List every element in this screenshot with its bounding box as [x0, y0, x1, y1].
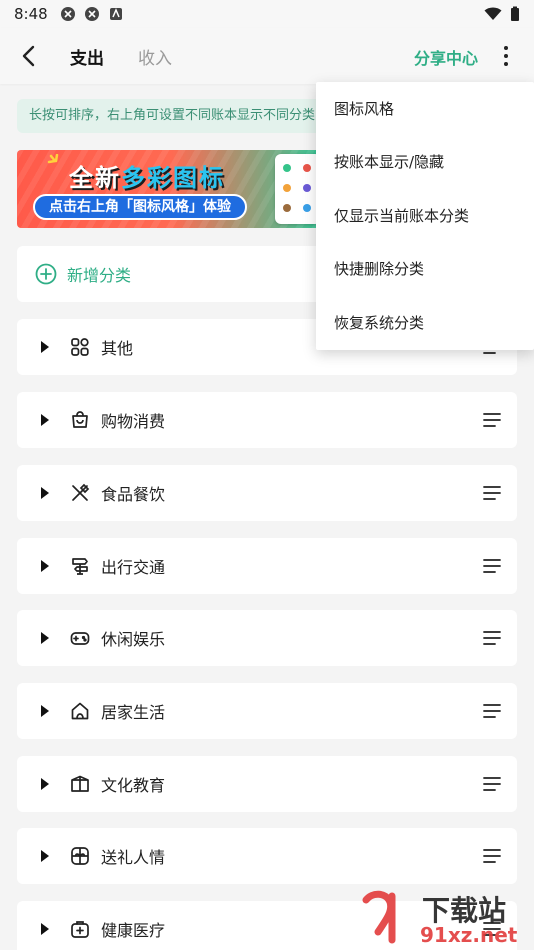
- drag-handle-icon[interactable]: [483, 557, 501, 575]
- expand-arrow-icon[interactable]: [41, 414, 49, 426]
- menu-item-current-book-only[interactable]: 仅显示当前账本分类: [316, 190, 534, 243]
- utensils-icon: [69, 482, 91, 504]
- notification-icon: [60, 7, 75, 21]
- tab-income[interactable]: 收入: [138, 44, 172, 69]
- menu-item-show-hide-by-book[interactable]: 按账本显示/隐藏: [316, 136, 534, 189]
- more-options-button[interactable]: [492, 42, 520, 70]
- category-row-leisure[interactable]: 休闲娱乐: [17, 610, 517, 666]
- phone-preview-image: [275, 154, 321, 224]
- category-label: 其他: [101, 339, 134, 358]
- home-icon: [69, 700, 91, 722]
- tab-expense[interactable]: 支出: [70, 44, 104, 69]
- grid-icon: [69, 336, 91, 358]
- gift-icon: [69, 845, 91, 867]
- app-notification-icon: [109, 8, 122, 20]
- back-button[interactable]: [0, 28, 56, 84]
- wifi-icon: [484, 7, 502, 20]
- category-label: 出行交通: [101, 558, 166, 577]
- category-row-gifts[interactable]: 送礼人情: [17, 828, 517, 884]
- banner-headline: 全新多彩图标: [69, 164, 225, 192]
- menu-item-quick-delete[interactable]: 快捷删除分类: [316, 243, 534, 296]
- drag-handle-icon[interactable]: [483, 702, 501, 720]
- status-time: 8:48: [14, 5, 48, 23]
- shopping-bag-icon: [69, 409, 91, 431]
- book-icon: [69, 773, 91, 795]
- category-row-transport[interactable]: 出行交通: [17, 538, 517, 594]
- menu-item-icon-style[interactable]: 图标风格: [316, 83, 534, 136]
- category-label: 送礼人情: [101, 848, 166, 867]
- svg-text:91xz.net: 91xz.net: [420, 923, 518, 946]
- drag-handle-icon[interactable]: [483, 629, 501, 647]
- expand-arrow-icon[interactable]: [41, 778, 49, 790]
- drag-handle-icon[interactable]: [483, 411, 501, 429]
- category-label: 休闲娱乐: [101, 630, 166, 649]
- category-label: 购物消费: [101, 412, 166, 431]
- expand-arrow-icon[interactable]: [41, 560, 49, 572]
- sparkle-icon: [47, 154, 59, 164]
- menu-item-restore-system[interactable]: 恢复系统分类: [316, 297, 534, 350]
- gamepad-icon: [69, 627, 91, 649]
- promo-banner[interactable]: 全新多彩图标 点击右上角「图标风格」体验: [17, 150, 327, 228]
- medkit-icon: [69, 918, 91, 940]
- status-bar: 8:48: [0, 0, 534, 28]
- battery-icon: [511, 6, 519, 21]
- watermark-logo: 下载站 91xz.net: [362, 890, 518, 946]
- expand-arrow-icon[interactable]: [41, 341, 49, 353]
- add-category-label: 新增分类: [67, 266, 132, 285]
- category-row-shopping[interactable]: 购物消费: [17, 392, 517, 448]
- expand-arrow-icon[interactable]: [41, 487, 49, 499]
- expand-arrow-icon[interactable]: [41, 705, 49, 717]
- overflow-menu: 图标风格 按账本显示/隐藏 仅显示当前账本分类 快捷删除分类 恢复系统分类: [316, 82, 534, 350]
- top-app-bar: 支出 收入 分享中心: [0, 28, 534, 84]
- category-row-education[interactable]: 文化教育: [17, 756, 517, 812]
- notification-icon: [84, 7, 99, 21]
- share-center-button[interactable]: 分享中心: [414, 45, 478, 69]
- banner-cta: 点击右上角「图标风格」体验: [33, 194, 247, 220]
- expand-arrow-icon[interactable]: [41, 923, 49, 935]
- expand-arrow-icon[interactable]: [41, 632, 49, 644]
- category-label: 文化教育: [101, 776, 166, 795]
- expand-arrow-icon[interactable]: [41, 850, 49, 862]
- category-row-food[interactable]: 食品餐饮: [17, 465, 517, 521]
- category-row-home[interactable]: 居家生活: [17, 683, 517, 739]
- more-vert-icon: [504, 46, 508, 50]
- drag-handle-icon[interactable]: [483, 847, 501, 865]
- category-label: 居家生活: [101, 703, 166, 722]
- category-label: 健康医疗: [101, 921, 166, 940]
- signpost-icon: [69, 555, 91, 577]
- category-label: 食品餐饮: [101, 485, 166, 504]
- drag-handle-icon[interactable]: [483, 775, 501, 793]
- drag-handle-icon[interactable]: [483, 484, 501, 502]
- chevron-left-icon: [22, 45, 35, 67]
- plus-circle-icon: [35, 263, 57, 285]
